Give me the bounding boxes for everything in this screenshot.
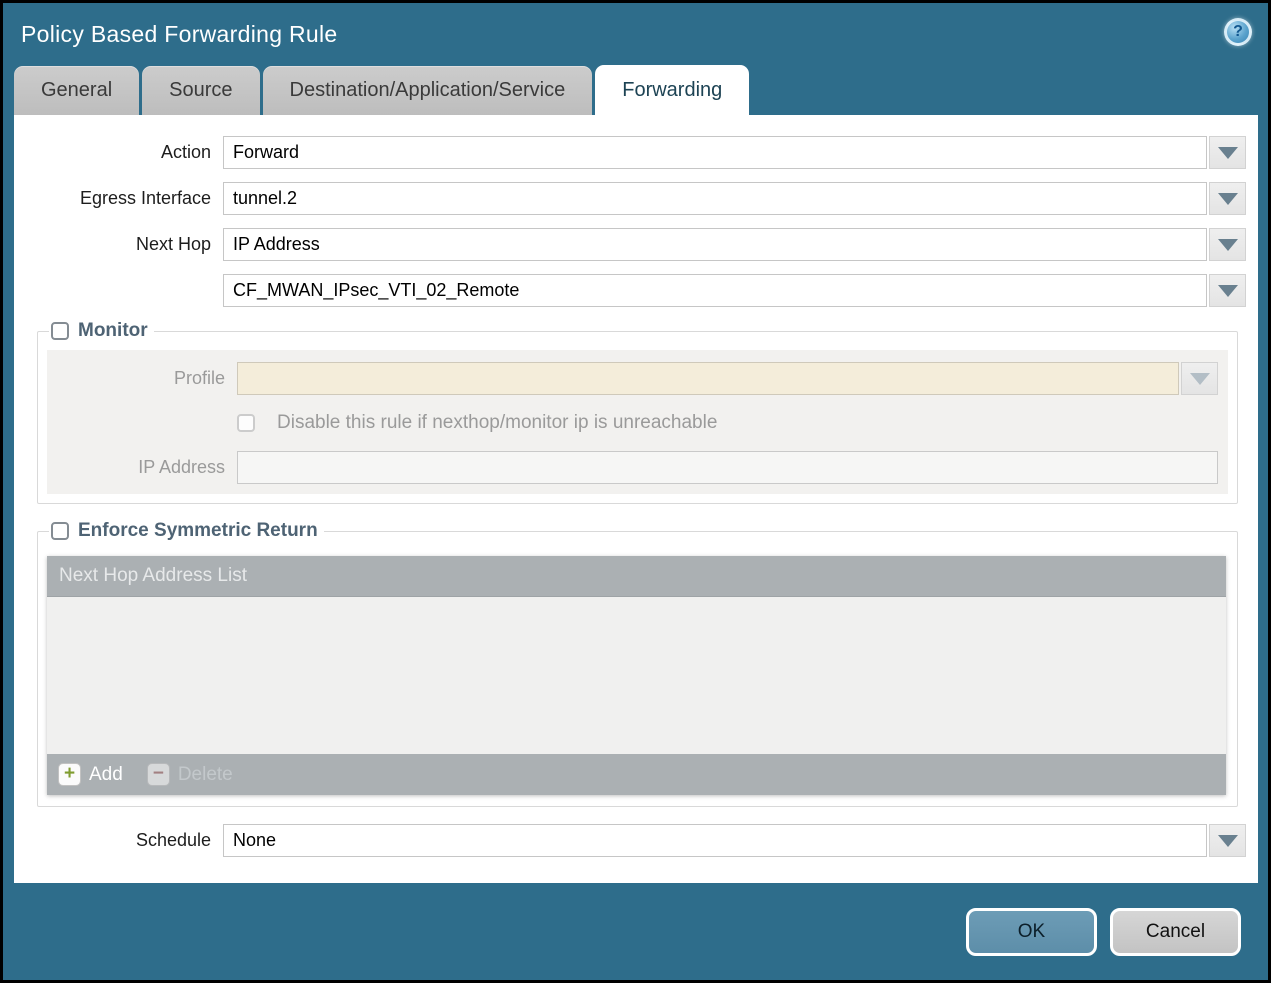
- monitor-body: Profile Disable this rule if nexthop/mon…: [47, 350, 1228, 494]
- enforce-legend: Enforce Symmetric Return: [49, 520, 324, 542]
- tab-content-forwarding: Action Forward Egress Interface tunnel.2…: [14, 115, 1258, 883]
- tab-general[interactable]: General: [14, 66, 139, 115]
- plus-glyph: +: [64, 764, 75, 783]
- ok-button[interactable]: OK: [966, 908, 1097, 956]
- monitor-ip-row: IP Address: [47, 451, 1218, 484]
- disable-rule-label: Disable this rule if nexthop/monitor ip …: [277, 412, 717, 434]
- enforce-symmetric-return-fieldset: Enforce Symmetric Return Next Hop Addres…: [37, 520, 1238, 807]
- next-hop-address-table-header: Next Hop Address List: [47, 556, 1226, 597]
- monitor-ip-input: [237, 451, 1218, 484]
- dialog-title: Policy Based Forwarding Rule: [21, 21, 338, 48]
- next-hop-address-select[interactable]: CF_MWAN_IPsec_VTI_02_Remote: [223, 274, 1207, 307]
- egress-interface-select[interactable]: tunnel.2: [223, 182, 1207, 215]
- tab-source[interactable]: Source: [142, 66, 259, 115]
- screenshot-frame: Policy Based Forwarding Rule ? General S…: [0, 0, 1271, 983]
- profile-select: [237, 362, 1179, 395]
- minus-icon: −: [147, 763, 170, 786]
- next-hop-type-dropdown-button[interactable]: [1209, 228, 1246, 261]
- policy-forwarding-dialog: Policy Based Forwarding Rule ? General S…: [3, 3, 1268, 980]
- minus-glyph: −: [153, 764, 164, 783]
- monitor-disable-row: Disable this rule if nexthop/monitor ip …: [47, 412, 1218, 434]
- next-hop-address-dropdown-button[interactable]: [1209, 274, 1246, 307]
- add-button-label: Add: [89, 764, 123, 786]
- schedule-label: Schedule: [14, 830, 211, 851]
- chevron-down-icon: [1218, 147, 1238, 159]
- egress-interface-dropdown-button[interactable]: [1209, 182, 1246, 215]
- monitor-legend-label: Monitor: [78, 320, 148, 342]
- next-hop-row: Next Hop IP Address: [14, 228, 1246, 261]
- delete-button-label: Delete: [178, 764, 233, 786]
- action-dropdown-button[interactable]: [1209, 136, 1246, 169]
- chevron-down-icon: [1190, 373, 1210, 385]
- next-hop-type-select[interactable]: IP Address: [223, 228, 1207, 261]
- monitor-profile-row: Profile: [47, 362, 1218, 395]
- monitor-checkbox[interactable]: [51, 322, 69, 340]
- cancel-button[interactable]: Cancel: [1110, 908, 1241, 956]
- schedule-dropdown-button[interactable]: [1209, 824, 1246, 857]
- schedule-select[interactable]: None: [223, 824, 1207, 857]
- delete-button: − Delete: [147, 763, 233, 786]
- chevron-down-icon: [1218, 835, 1238, 847]
- tab-bar: General Source Destination/Application/S…: [3, 65, 1268, 115]
- enforce-symmetric-return-checkbox[interactable]: [51, 522, 69, 540]
- action-select[interactable]: Forward: [223, 136, 1207, 169]
- monitor-ip-label: IP Address: [47, 457, 225, 478]
- question-mark-glyph: ?: [1233, 24, 1243, 40]
- next-hop-label: Next Hop: [14, 234, 211, 255]
- next-hop-address-table: Next Hop Address List + Add − Delete: [47, 556, 1226, 795]
- next-hop-address-row: CF_MWAN_IPsec_VTI_02_Remote: [14, 274, 1246, 307]
- schedule-row: Schedule None: [14, 824, 1246, 857]
- enforce-legend-label: Enforce Symmetric Return: [78, 520, 318, 542]
- next-hop-address-table-toolbar: + Add − Delete: [47, 754, 1226, 795]
- next-hop-address-table-body[interactable]: [47, 597, 1226, 754]
- plus-icon: +: [58, 763, 81, 786]
- monitor-legend: Monitor: [49, 320, 154, 342]
- chevron-down-icon: [1218, 285, 1238, 297]
- egress-interface-row: Egress Interface tunnel.2: [14, 182, 1246, 215]
- tab-forwarding[interactable]: Forwarding: [595, 65, 749, 115]
- help-icon[interactable]: ?: [1224, 18, 1252, 46]
- egress-interface-label: Egress Interface: [14, 188, 211, 209]
- action-row: Action Forward: [14, 136, 1246, 169]
- disable-rule-checkbox: [237, 414, 255, 432]
- dialog-titlebar: Policy Based Forwarding Rule ?: [3, 3, 1268, 65]
- tab-destination-application-service[interactable]: Destination/Application/Service: [263, 66, 593, 115]
- profile-dropdown-button: [1181, 362, 1218, 395]
- chevron-down-icon: [1218, 239, 1238, 251]
- monitor-fieldset: Monitor Profile Disable this rule if nex…: [37, 320, 1238, 504]
- profile-label: Profile: [47, 368, 225, 389]
- add-button[interactable]: + Add: [58, 763, 123, 786]
- action-label: Action: [14, 142, 211, 163]
- dialog-footer: OK Cancel: [3, 883, 1268, 980]
- chevron-down-icon: [1218, 193, 1238, 205]
